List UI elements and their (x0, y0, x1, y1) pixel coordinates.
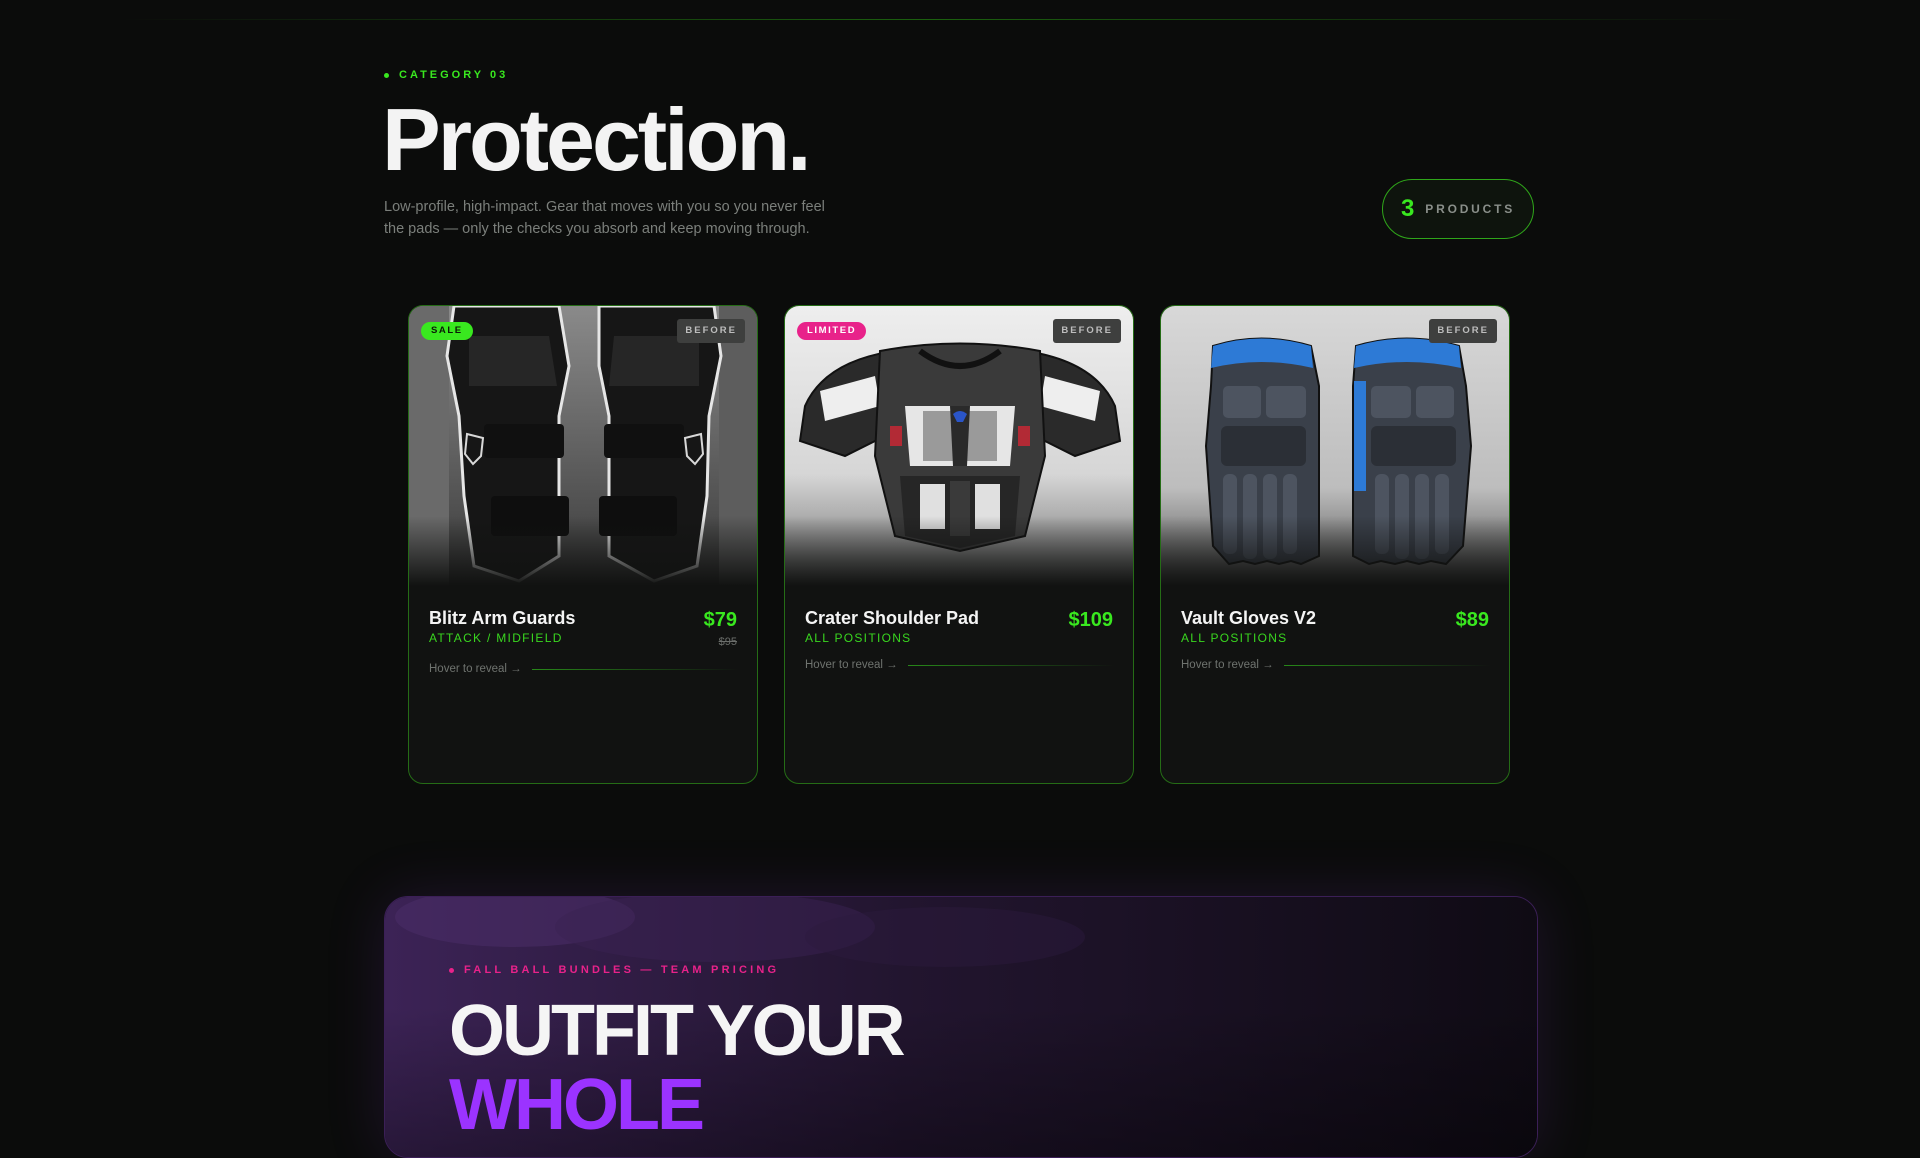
product-position: ALL POSITIONS (1181, 631, 1288, 645)
before-toggle-button[interactable]: BEFORE (677, 319, 745, 343)
hover-to-reveal: Hover to reveal → (1181, 659, 1491, 671)
product-count-number: 3 (1400, 195, 1415, 222)
category-label: CATEGORY 03 (399, 69, 509, 81)
team-bundle-promo-banner[interactable]: FALL BALL BUNDLES — TEAM PRICING OUTFIT … (384, 896, 1538, 1158)
promo-title-line-1: OUTFIT YOUR (449, 991, 906, 1071)
hover-to-reveal: Hover to reveal → (429, 663, 739, 675)
promo-title-line-2: WHOLE (449, 1065, 705, 1145)
image-fade (409, 516, 757, 586)
product-name[interactable]: Vault Gloves V2 (1181, 608, 1316, 629)
product-position: ATTACK / MIDFIELD (429, 631, 563, 645)
product-price: $89 (1455, 609, 1489, 631)
category-eyebrow: CATEGORY 03 (384, 69, 508, 81)
hover-to-reveal: Hover to reveal → (805, 659, 1115, 671)
product-name[interactable]: Crater Shoulder Pad (805, 608, 979, 629)
hover-line (1283, 664, 1491, 666)
dot-icon (384, 72, 389, 78)
promo-eyebrow-label: FALL BALL BUNDLES — TEAM PRICING (464, 964, 780, 976)
hover-line (531, 668, 739, 670)
product-price: $79 (703, 609, 737, 631)
product-image-arm-guards (409, 306, 757, 586)
product-image-gloves (1161, 306, 1509, 586)
product-name[interactable]: Blitz Arm Guards (429, 608, 575, 629)
image-fade (785, 516, 1133, 586)
product-card-vault-gloves-v2[interactable]: BEFORE Vault Gloves V2 ALL POSITIONS $89… (1160, 305, 1510, 784)
limited-badge: LIMITED (797, 322, 867, 340)
sale-badge: SALE (421, 322, 473, 340)
hover-text: Hover to reveal → (1181, 659, 1274, 671)
product-count-label: PRODUCTS (1425, 202, 1516, 216)
dot-icon (449, 967, 454, 973)
product-card-crater-shoulder-pad[interactable]: LIMITED BEFORE Crater Shoulder Pad ALL P… (784, 305, 1134, 784)
hover-line (907, 664, 1115, 666)
before-toggle-button[interactable]: BEFORE (1429, 319, 1497, 343)
hover-text: Hover to reveal → (805, 659, 898, 671)
promo-eyebrow: FALL BALL BUNDLES — TEAM PRICING (449, 964, 779, 976)
top-divider (120, 19, 1750, 20)
description-line-1: Low-profile, high-impact. Gear that move… (384, 199, 825, 215)
product-price: $109 (1068, 609, 1114, 631)
before-toggle-button[interactable]: BEFORE (1053, 319, 1121, 343)
product-position: ALL POSITIONS (805, 631, 912, 645)
section-title: Protection. (382, 90, 812, 189)
product-image-shoulder-pad (785, 306, 1133, 586)
description-line-2: the pads — only the checks you absorb an… (384, 221, 810, 237)
product-card-blitz-arm-guards[interactable]: SALE BEFORE Blitz Arm Guards ATTACK / MI… (408, 305, 758, 784)
section-description: Low-profile, high-impact. Gear that move… (384, 196, 844, 240)
product-count-pill: 3 PRODUCTS (1382, 179, 1534, 239)
product-old-price: $95 (718, 636, 737, 648)
hover-text: Hover to reveal → (429, 663, 522, 675)
image-fade (1161, 516, 1509, 586)
